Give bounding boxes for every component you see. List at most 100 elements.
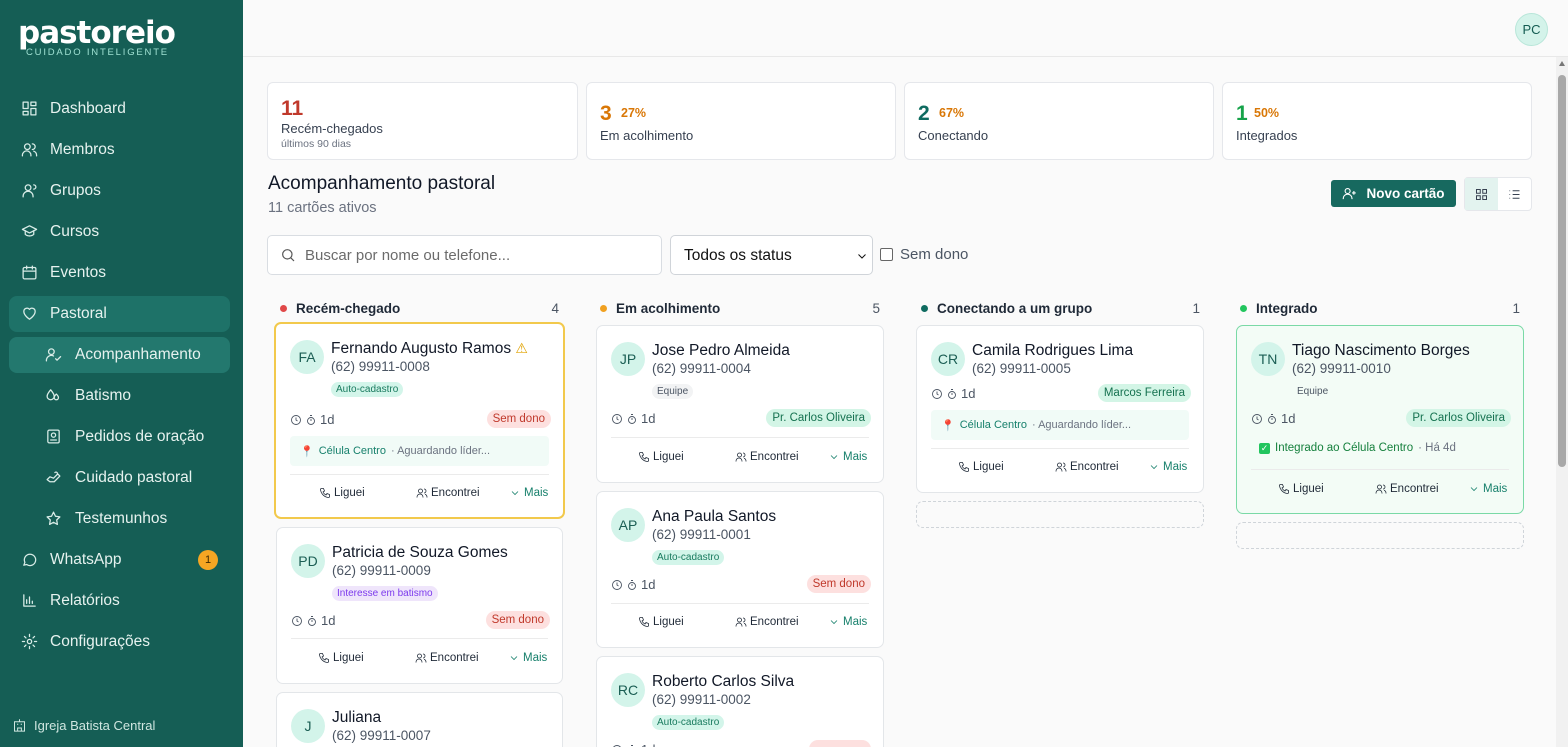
sidebar-item-configuracoes[interactable]: Configurações (9, 624, 230, 660)
more-button[interactable]: Mais (509, 487, 548, 499)
met-button[interactable]: Encontrei (735, 616, 799, 628)
tag-badge: Auto-cadastro (652, 715, 725, 730)
pastoral-card[interactable]: AP Ana Paula Santos (62) 99911-0001 Auto… (596, 491, 884, 648)
church-name[interactable]: Igreja Batista Central (12, 718, 155, 733)
person-name: Fernando Augusto Ramos ⚠ (331, 340, 528, 357)
owner-badge[interactable]: Sem dono (486, 410, 551, 428)
phone-icon (319, 653, 329, 663)
tag-badge: Auto-cadastro (652, 550, 725, 565)
sidebar-item-grupos[interactable]: Grupos (9, 173, 230, 209)
stat-percent: 67% (939, 106, 965, 120)
sidebar-item-cuidado-pastoral[interactable]: Cuidado pastoral (9, 460, 230, 496)
grid-view-button[interactable] (1465, 178, 1498, 210)
more-button[interactable]: Mais (828, 616, 867, 628)
sidebar-item-dashboard[interactable]: Dashboard (9, 91, 230, 127)
no-owner-filter[interactable]: Sem dono (880, 246, 968, 263)
user-avatar[interactable]: PC (1515, 13, 1548, 46)
sidebar-item-label: Grupos (50, 182, 101, 199)
list-view-button[interactable] (1498, 178, 1531, 210)
group-icon (21, 182, 39, 200)
sidebar-item-membros[interactable]: Membros (9, 132, 230, 168)
sidebar-item-label: Pastoral (50, 305, 107, 322)
warning-icon: ⚠ (515, 340, 528, 356)
pastoral-card[interactable]: J Juliana (62) 99911-0007 (276, 692, 563, 747)
stat-value: 3 (600, 102, 612, 125)
avatar: J (291, 709, 325, 743)
more-button[interactable]: Mais (828, 451, 867, 463)
search-input[interactable] (305, 244, 645, 266)
sidebar-item-whatsapp[interactable]: WhatsApp 1 (9, 542, 230, 578)
sidebar: pastoreio CUIDADO INTELIGENTE Dashboard … (0, 0, 243, 747)
scroll-up-arrow-icon[interactable] (1559, 61, 1565, 66)
sidebar-item-relatorios[interactable]: Relatórios (9, 583, 230, 619)
sidebar-item-eventos[interactable]: Eventos (9, 255, 230, 291)
status-select[interactable]: Todos os status (670, 235, 873, 275)
chevron-down-icon (1470, 487, 1478, 492)
met-button[interactable]: Encontrei (415, 652, 479, 664)
sidebar-item-pastoral[interactable]: Pastoral (9, 296, 230, 332)
pastoral-card[interactable]: FA Fernando Augusto Ramos ⚠ (62) 99911-0… (274, 322, 565, 519)
time-indicator: 1d (931, 386, 975, 401)
pastoral-card[interactable]: TN Tiago Nascimento Borges (62) 99911-00… (1236, 325, 1524, 514)
owner-badge[interactable]: Sem dono (806, 575, 871, 593)
sidebar-item-label: Pedidos de oração (75, 428, 205, 445)
pastoral-card[interactable]: CR Camila Rodrigues Lima (62) 99911-0005… (916, 325, 1204, 493)
check-icon: ✓ (1259, 442, 1270, 454)
brand-logo[interactable]: pastoreio CUIDADO INTELIGENTE (18, 15, 176, 58)
calendar-icon (21, 264, 39, 282)
divider (291, 638, 548, 639)
clock-icon (612, 579, 622, 590)
call-button[interactable]: Liguei (319, 487, 365, 499)
stat-card-recem-chegados: 11 Recém-chegados últimos 90 dias (267, 82, 578, 160)
drop-zone[interactable] (1236, 522, 1524, 549)
met-button[interactable]: Encontrei (416, 487, 480, 499)
divider (611, 603, 869, 604)
sidebar-item-testemunhos[interactable]: Testemunhos (9, 501, 230, 537)
phone: (62) 99911-0010 (1292, 361, 1391, 376)
sidebar-item-cursos[interactable]: Cursos (9, 214, 230, 250)
sidebar-item-batismo[interactable]: Batismo (9, 378, 230, 414)
divider (1251, 469, 1509, 470)
sidebar-item-acompanhamento[interactable]: Acompanhamento (9, 337, 230, 373)
search-box (267, 235, 662, 275)
column-title: Integrado (1256, 301, 1318, 316)
new-card-button[interactable]: Novo cartão (1331, 180, 1456, 207)
divider (290, 474, 549, 475)
drop-zone[interactable] (916, 501, 1204, 528)
more-button[interactable]: Mais (508, 652, 547, 664)
page-subtitle: 11 cartões ativos (268, 200, 377, 216)
more-button[interactable]: Mais (1468, 483, 1507, 495)
pastoral-card[interactable]: PD Patricia de Souza Gomes (62) 99911-00… (276, 527, 563, 684)
no-owner-checkbox[interactable] (880, 248, 893, 261)
owner-badge[interactable]: Pr. Carlos Oliveira (766, 409, 871, 427)
sidebar-item-pedidos-de-oracao[interactable]: Pedidos de oração (9, 419, 230, 455)
met-button[interactable]: Encontrei (1055, 461, 1119, 473)
stat-label: Em acolhimento (600, 128, 694, 143)
met-button[interactable]: Encontrei (1375, 483, 1439, 495)
sidebar-item-label: WhatsApp (50, 551, 122, 568)
scrollbar-thumb[interactable] (1558, 75, 1566, 467)
owner-badge[interactable] (809, 740, 871, 747)
owner-badge[interactable]: Sem dono (485, 611, 550, 629)
status-dot (600, 305, 607, 312)
brand-name: pastoreio (18, 15, 176, 51)
call-button[interactable]: Liguei (638, 451, 684, 463)
call-button[interactable]: Liguei (318, 652, 364, 664)
pastoral-card[interactable]: RC Roberto Carlos Silva (62) 99911-0002 … (596, 656, 884, 747)
scrollbar[interactable] (1556, 57, 1568, 747)
phone-icon (320, 488, 330, 498)
sidebar-item-label: Cursos (50, 223, 100, 240)
column-count: 1 (1192, 301, 1200, 316)
owner-badge[interactable]: Marcos Ferreira (1097, 384, 1191, 402)
owner-badge[interactable]: Pr. Carlos Oliveira (1406, 409, 1511, 427)
more-button[interactable]: Mais (1148, 461, 1187, 473)
list-icon (1509, 189, 1520, 199)
call-button[interactable]: Liguei (1278, 483, 1324, 495)
timer-icon (948, 388, 956, 399)
pastoral-card[interactable]: JP Jose Pedro Almeida (62) 99911-0004 Eq… (596, 325, 884, 483)
call-button[interactable]: Liguei (638, 616, 684, 628)
phone-icon (639, 617, 649, 627)
met-button[interactable]: Encontrei (735, 451, 799, 463)
call-button[interactable]: Liguei (958, 461, 1004, 473)
stat-value: 2 (918, 102, 930, 125)
